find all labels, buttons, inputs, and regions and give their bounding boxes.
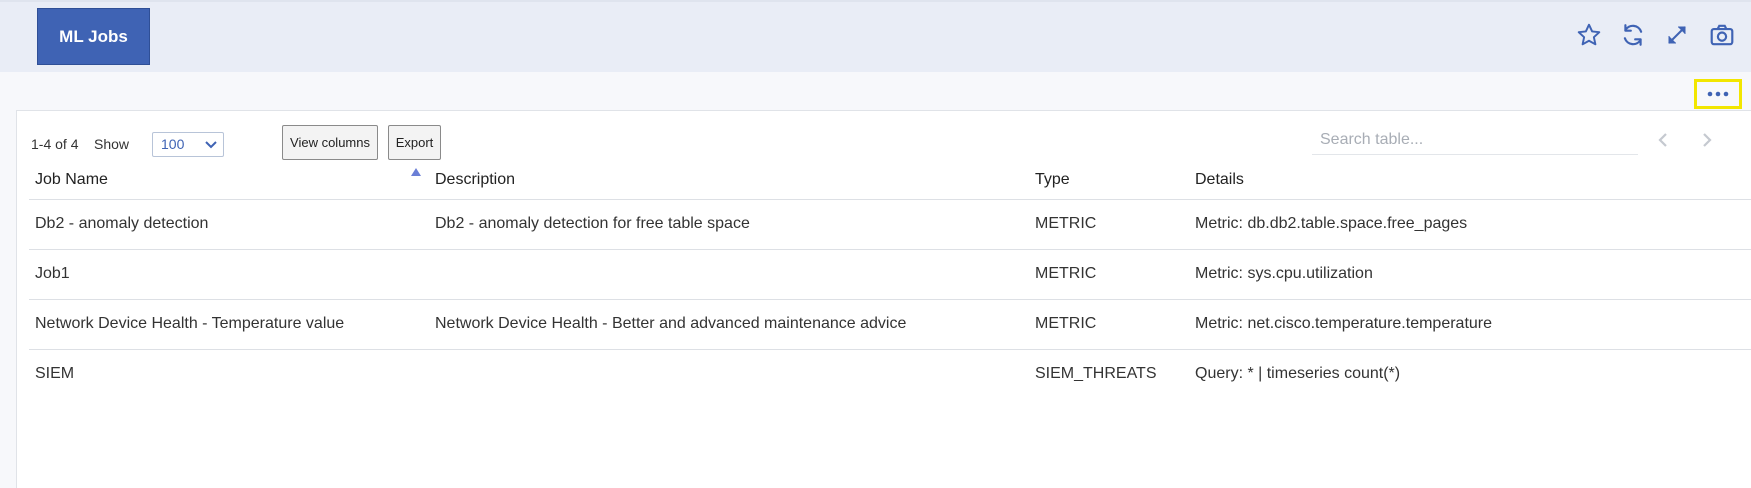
table-row[interactable]: Job1 METRIC Metric: sys.cpu.utilization xyxy=(29,249,1751,300)
cell-type: SIEM_THREATS xyxy=(1035,365,1157,383)
cell-details: Metric: net.cisco.temperature.temperatur… xyxy=(1189,299,1751,350)
cell-description xyxy=(429,349,1029,399)
row-range-label: 1-4 of 4 xyxy=(31,136,79,152)
column-header-type[interactable]: Type xyxy=(1029,162,1189,200)
more-options-button[interactable] xyxy=(1694,79,1742,109)
view-columns-button[interactable]: View columns xyxy=(282,125,378,160)
next-page-icon[interactable] xyxy=(1695,128,1719,152)
cell-type: METRIC xyxy=(1029,199,1189,250)
cell-details: Metric: sys.cpu.utilization xyxy=(1189,249,1751,300)
cell-details: Query: * | timeseries count(*) xyxy=(1195,365,1401,383)
jobs-table: Job Name Description Type Details Db2 - … xyxy=(29,162,1751,399)
sort-ascending-icon xyxy=(410,164,422,182)
cell-type: METRIC xyxy=(1029,299,1189,350)
more-options-icon xyxy=(1706,85,1730,103)
expand-icon[interactable] xyxy=(1662,20,1692,50)
cell-job-name: SIEM xyxy=(35,365,75,383)
cell-description: Db2 - anomaly detection for free table s… xyxy=(429,199,1029,250)
star-icon[interactable] xyxy=(1574,20,1604,50)
rows-per-page-value: 100 xyxy=(161,136,185,152)
jobs-table-panel: 1-4 of 4 Show 100 View columns Export Jo… xyxy=(16,110,1751,488)
column-header-label: Job Name xyxy=(35,171,108,189)
cell-job-name: Job1 xyxy=(29,249,429,300)
chevron-down-icon xyxy=(204,135,218,160)
cell-details: Metric: db.db2.table.space.free_pages xyxy=(1189,199,1751,250)
search-table-input[interactable] xyxy=(1312,125,1638,155)
table-row[interactable]: Network Device Health - Temperature valu… xyxy=(29,299,1751,350)
cell-type: METRIC xyxy=(1029,249,1189,300)
column-header-description[interactable]: Description xyxy=(429,162,1029,200)
cell-description: Network Device Health - Better and advan… xyxy=(429,299,1029,350)
page-header: ML Jobs xyxy=(0,0,1751,72)
table-row[interactable]: Db2 - anomaly detection Db2 - anomaly de… xyxy=(29,199,1751,250)
rows-per-page-select[interactable]: 100 xyxy=(152,132,224,157)
previous-page-icon[interactable] xyxy=(1651,128,1675,152)
table-header-row: Job Name Description Type Details xyxy=(29,162,1751,200)
cell-job-name: Network Device Health - Temperature valu… xyxy=(29,299,429,350)
table-row[interactable]: SIEM SIEM_THREATS Query: * | timeseries … xyxy=(29,349,1751,399)
camera-icon[interactable] xyxy=(1707,20,1737,50)
cell-job-name: Db2 - anomaly detection xyxy=(29,199,429,250)
tab-ml-jobs[interactable]: ML Jobs xyxy=(37,8,150,65)
cell-description xyxy=(429,249,1029,300)
column-header-details[interactable]: Details xyxy=(1189,162,1751,200)
column-header-job-name[interactable]: Job Name xyxy=(29,162,429,200)
show-label: Show xyxy=(94,136,130,152)
export-button[interactable]: Export xyxy=(388,125,441,160)
refresh-icon[interactable] xyxy=(1618,20,1648,50)
